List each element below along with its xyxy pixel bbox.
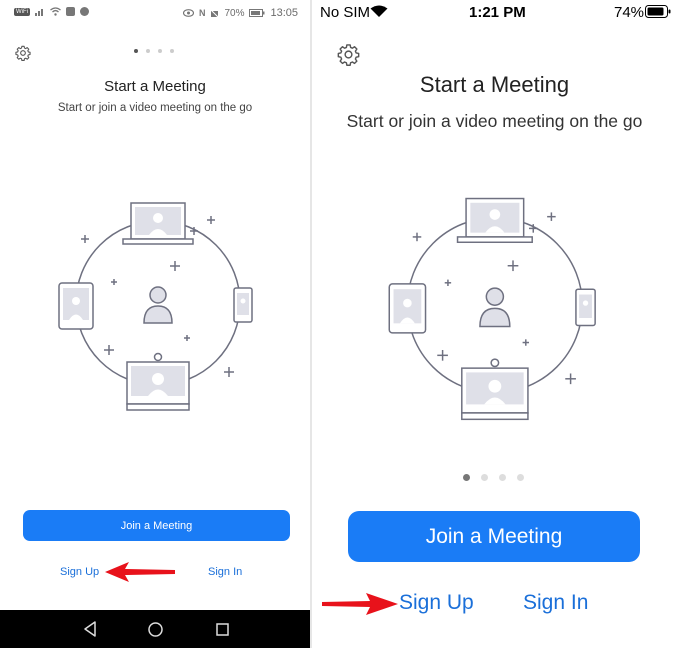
sign-in-link[interactable]: Sign In <box>523 591 588 615</box>
wifi-icon <box>50 7 61 16</box>
status-left-icons: WiFi <box>14 7 89 16</box>
ios-screen: No SIM 1:21 PM 74% Start a Meeting Start… <box>312 0 677 648</box>
gear-icon[interactable] <box>337 43 360 66</box>
wifi-badge-icon: WiFi <box>14 7 30 16</box>
page-indicator <box>463 474 524 481</box>
back-icon[interactable] <box>83 621 97 637</box>
battery-icon <box>249 9 265 17</box>
android-status-bar: WiFi N 70% 13:05 <box>0 0 310 26</box>
nfc-icon: N <box>198 8 206 18</box>
join-meeting-button[interactable]: Join a Meeting <box>348 511 640 562</box>
join-meeting-button[interactable]: Join a Meeting <box>23 510 290 541</box>
battery-percent: 74% <box>614 4 645 21</box>
page-title: Start a Meeting <box>104 78 206 95</box>
eye-icon <box>182 9 194 17</box>
android-navigation-bar <box>0 610 310 648</box>
status-time: 1:21 PM <box>469 4 526 21</box>
page-dot-active[interactable] <box>463 474 470 481</box>
carrier-label: No SIM <box>320 4 371 21</box>
home-icon[interactable] <box>148 622 163 637</box>
android-screen: WiFi N 70% 13:05 Start a Meeting Start o… <box>0 0 310 648</box>
signal-icon <box>35 9 43 16</box>
battery-percent: 70% <box>224 7 245 19</box>
page-indicator <box>134 49 174 53</box>
page-dot[interactable] <box>517 474 524 481</box>
page-subtitle: Start or join a video meeting on the go <box>57 102 253 114</box>
page-dot[interactable] <box>146 49 150 53</box>
red-arrow-icon <box>322 593 398 615</box>
page-dot[interactable] <box>481 474 488 481</box>
notification-icon <box>66 7 75 16</box>
sign-in-link[interactable]: Sign In <box>208 566 242 578</box>
battery-icon <box>645 5 671 18</box>
page-dot[interactable] <box>499 474 506 481</box>
mute-icon <box>210 8 220 18</box>
recents-icon[interactable] <box>216 623 229 636</box>
page-dot[interactable] <box>158 49 162 53</box>
sign-up-link[interactable]: Sign Up <box>60 566 99 578</box>
messenger-icon <box>80 7 89 16</box>
wifi-icon <box>370 5 388 17</box>
sign-up-link[interactable]: Sign Up <box>399 591 474 615</box>
ios-status-bar: No SIM 1:21 PM 74% <box>312 0 677 26</box>
status-time: 13:05 <box>270 7 298 19</box>
gear-icon[interactable] <box>15 45 31 61</box>
meeting-illustration <box>388 197 596 421</box>
red-arrow-icon <box>105 562 175 582</box>
page-subtitle: Start or join a video meeting on the go <box>346 111 643 131</box>
meeting-illustration <box>58 202 253 411</box>
page-title: Start a Meeting <box>419 72 570 97</box>
page-dot-active[interactable] <box>134 49 138 53</box>
page-dot[interactable] <box>170 49 174 53</box>
status-right: N 70% 13:05 <box>182 7 298 19</box>
